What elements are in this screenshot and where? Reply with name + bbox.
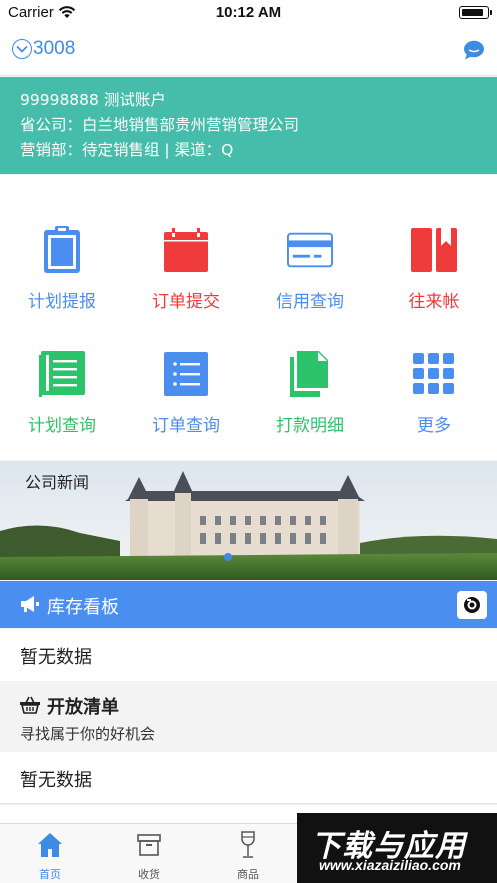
open-list-title: 开放清单 [47,697,119,718]
book-icon [411,225,457,275]
watermark-logo: 下载与应用 www.xiazaiziliao.com [297,813,497,883]
battery-icon [459,6,492,19]
list-icon [163,349,209,399]
watermark-url: www.xiazaiziliao.com [319,857,461,873]
open-list-empty-row: 暂无数据 [0,752,497,804]
company-news-banner[interactable]: 公司新闻 [0,461,497,580]
menu-label: 计划查询 [28,416,96,436]
megaphone-icon [20,595,40,617]
menu-order-query[interactable]: 订单查询 [124,349,248,473]
wine-glass-icon [235,831,261,859]
clock: 10:12 AM [215,4,282,21]
account-info-panel: 99998888 测试账户 省公司：白兰地销售部贵州营销管理公司 营销部：待定销… [0,77,497,174]
marketing-dept-line: 营销部：待定销售组 | 渠道：Q [20,141,234,159]
menu-label: 信用查询 [276,292,344,312]
tab-receiving[interactable]: 收货 [99,824,199,883]
camera-button[interactable] [457,591,487,619]
menu-label: 计划提报 [28,292,96,312]
box-icon [136,831,162,859]
camera-icon [464,597,480,613]
top-nav-bar: 3008 [0,26,497,76]
open-list-header: 开放清单 寻找属于你的好机会 [0,682,497,752]
files-icon [287,349,333,399]
banner-title: 公司新闻 [25,473,90,492]
account-code: 3008 [33,38,76,59]
menu-credit-query[interactable]: 信用查询 [248,225,372,349]
chevron-down-icon [12,39,32,59]
province-company-line: 省公司：白兰地销售部贵州营销管理公司 [20,116,300,134]
tab-home[interactable]: 首页 [0,824,100,883]
inventory-board-title: 库存看板 [47,597,119,618]
open-list-empty-text: 暂无数据 [20,770,92,791]
menu-order-submit[interactable]: 订单提交 [124,225,248,349]
menu-label: 往来帐 [408,292,460,312]
tab-label: 商品 [237,868,259,881]
menu-accounts[interactable]: 往来帐 [372,225,496,349]
menu-more[interactable]: 更多 [372,349,496,473]
menu-label: 订单提交 [152,292,220,312]
account-switcher[interactable]: 3008 [12,38,75,60]
grid-icon [411,349,457,399]
clipboard-icon [39,225,85,275]
account-id-line: 99998888 测试账户 [20,91,166,109]
menu-plan-submit[interactable]: 计划提报 [0,225,124,349]
tab-label: 收货 [138,868,160,881]
basket-icon [20,696,40,718]
document-list-icon [39,349,85,399]
home-icon [37,831,63,859]
menu-plan-query[interactable]: 计划查询 [0,349,124,473]
status-bar: Carrier 10:12 AM [0,0,497,26]
calendar-icon [163,225,209,275]
chat-bubble-icon[interactable] [463,40,485,64]
menu-label: 订单查询 [152,416,220,436]
tab-products[interactable]: 商品 [198,824,298,883]
credit-card-icon [287,225,333,275]
inventory-empty-text: 暂无数据 [20,647,92,668]
tab-label: 首页 [39,868,61,881]
function-grid: 计划提报 订单提交 信用查询 往来帐 计划查询 订单查询 打款明细 更多 [0,175,497,460]
menu-label: 打款明细 [276,416,344,436]
inventory-board-header: 库存看板 [0,581,497,628]
menu-payment-detail[interactable]: 打款明细 [248,349,372,473]
inventory-empty-row: 暂无数据 [0,629,497,681]
open-list-subtitle: 寻找属于你的好机会 [20,725,156,743]
menu-label: 更多 [417,416,451,436]
